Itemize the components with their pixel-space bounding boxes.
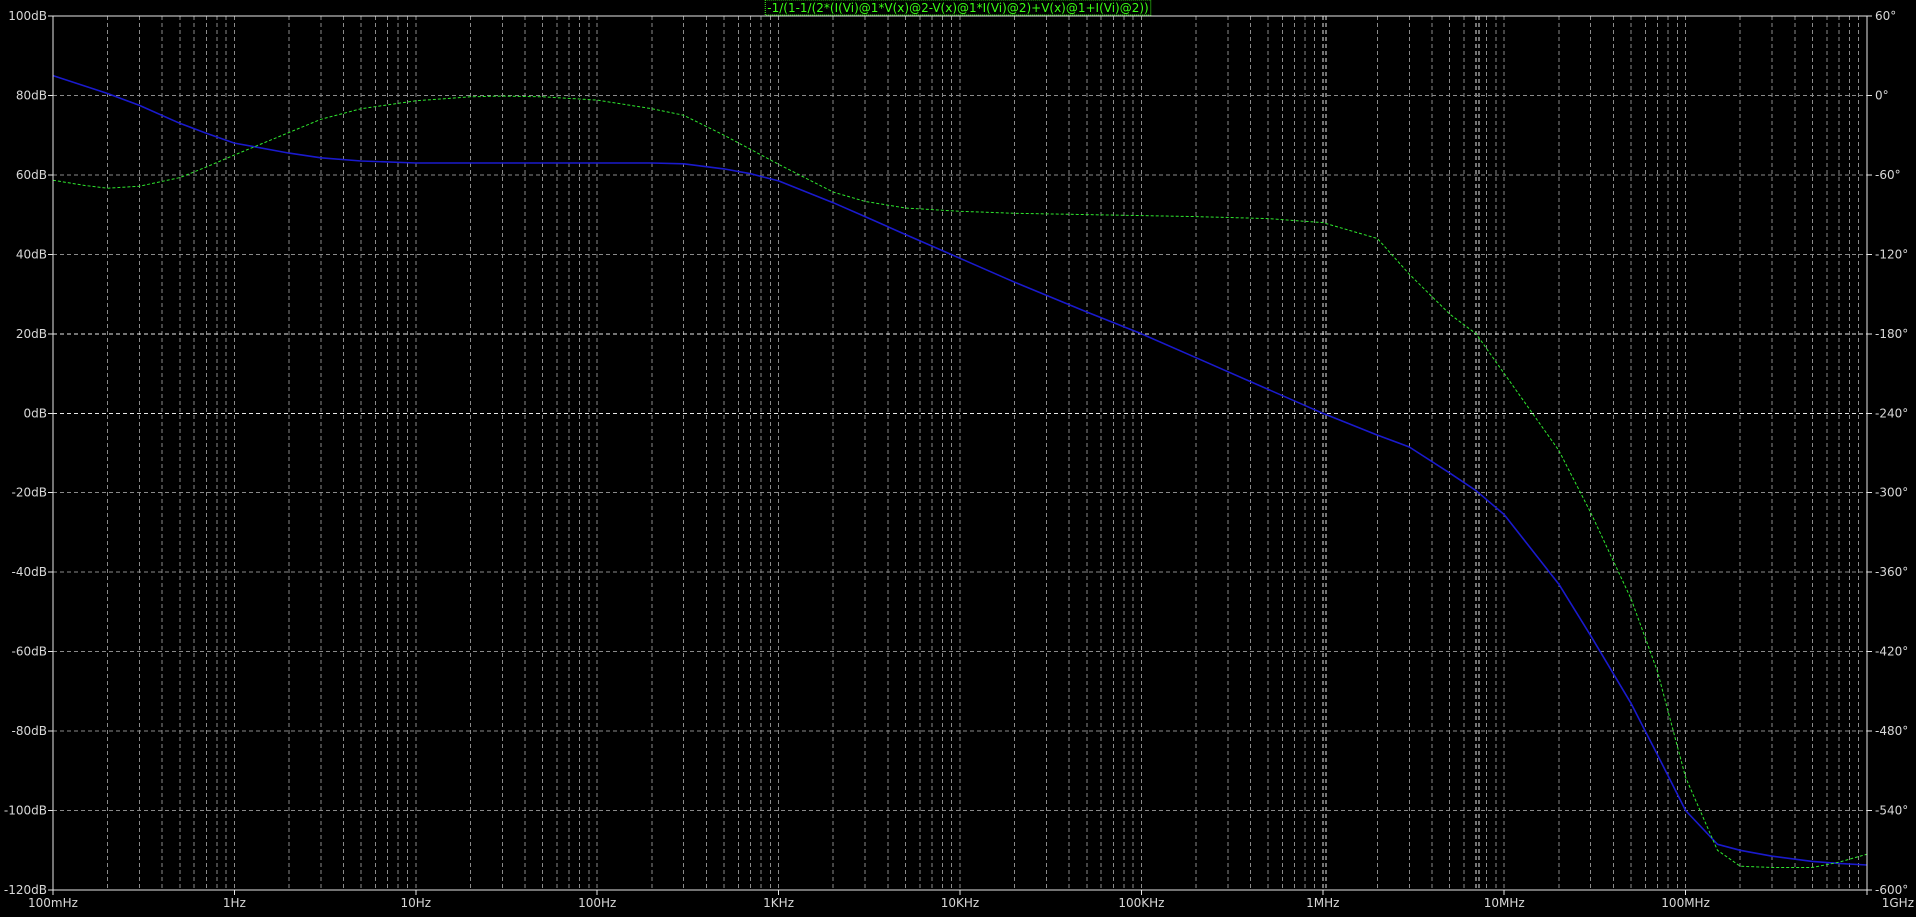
- y-tick-label: -120dB: [4, 883, 47, 897]
- y2-tick-label: -360°: [1875, 565, 1908, 579]
- y-tick-label: 100dB: [8, 9, 47, 23]
- y-tick-label: 40dB: [16, 247, 47, 261]
- y-tick-label: 0dB: [24, 406, 47, 420]
- x-tick-label: 1MHz: [1306, 896, 1339, 910]
- x-tick-label: 1Hz: [223, 896, 246, 910]
- x-tick-label: 10KHz: [941, 896, 979, 910]
- y2-tick-label: -600°: [1875, 883, 1908, 897]
- x-tick-label: 100MHz: [1661, 896, 1710, 910]
- y-tick-label: 60dB: [16, 168, 47, 182]
- y2-tick-label: -480°: [1875, 724, 1908, 738]
- y2-tick-label: -300°: [1875, 486, 1908, 500]
- y-tick-label: -80dB: [12, 724, 47, 738]
- y2-tick-label: -540°: [1875, 804, 1908, 818]
- y2-tick-label: -180°: [1875, 327, 1908, 341]
- y-tick-label: -100dB: [4, 804, 47, 818]
- x-tick-label: 1KHz: [763, 896, 794, 910]
- x-tick-label: 100mHz: [28, 896, 78, 910]
- x-tick-label: 100KHz: [1118, 896, 1164, 910]
- y2-tick-label: -120°: [1875, 247, 1908, 261]
- y2-tick-label: -60°: [1875, 168, 1901, 182]
- plot-canvas: 100dB 80dB 60dB 40dB 20dB 0dB -20dB -40dB -60dB -…: [0, 0, 1916, 917]
- y2-tick-label: -240°: [1875, 406, 1908, 420]
- x-tick-label: 1GHz: [1882, 896, 1914, 910]
- y-tick-label: 20dB: [16, 327, 47, 341]
- y-tick-label: -20dB: [12, 486, 47, 500]
- y-tick-label: -40dB: [12, 565, 47, 579]
- plot-background: [0, 0, 1916, 917]
- x-tick-label: 10Hz: [401, 896, 432, 910]
- trace-expression-label[interactable]: -1/(1-1/(2*(I(Vi)@1*V(x)@2-V(x)@1*I(Vi)@…: [767, 1, 1149, 15]
- x-tick-label: 10MHz: [1484, 896, 1525, 910]
- bode-plot: 100dB 80dB 60dB 40dB 20dB 0dB -20dB -40dB -60dB -…: [0, 0, 1916, 917]
- y2-tick-label: -420°: [1875, 645, 1908, 659]
- trace-title-group[interactable]: -1/(1-1/(2*(I(Vi)@1*V(x)@2-V(x)@1*I(Vi)@…: [764, 0, 1152, 16]
- y2-tick-label: 60°: [1875, 9, 1896, 23]
- x-tick-label: 100Hz: [578, 896, 616, 910]
- y-tick-label: -60dB: [12, 645, 47, 659]
- y2-tick-label: 0°: [1875, 88, 1889, 102]
- y-tick-label: 80dB: [16, 88, 47, 102]
